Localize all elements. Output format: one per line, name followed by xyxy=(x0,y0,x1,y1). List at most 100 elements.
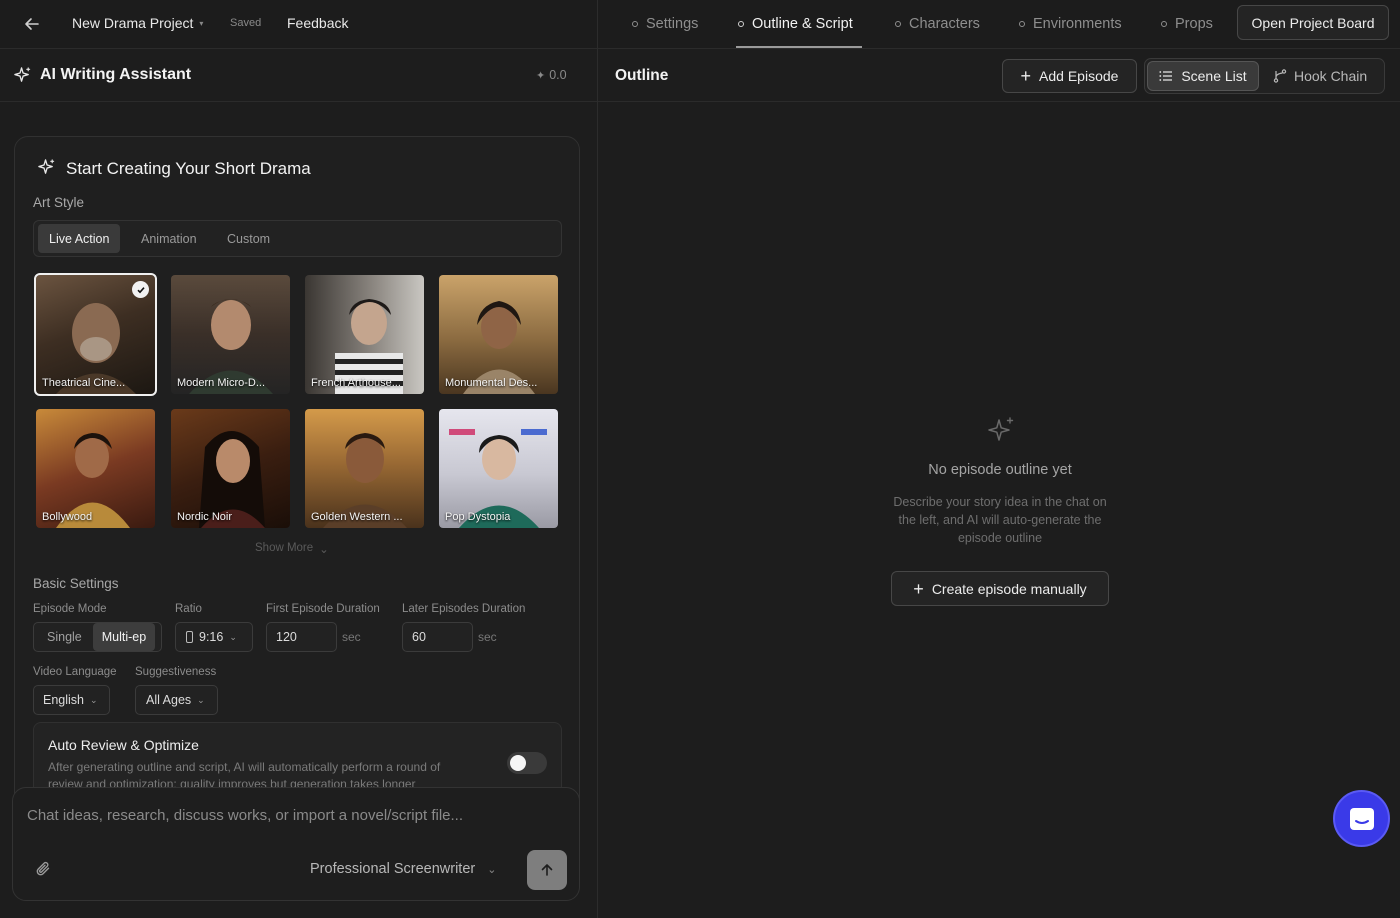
style-card-golden-western[interactable]: Golden Western ... xyxy=(305,409,424,528)
basic-settings-label: Basic Settings xyxy=(33,576,119,591)
empty-state-desc-3: episode outline xyxy=(957,531,1043,545)
style-card-bollywood[interactable]: Bollywood xyxy=(36,409,155,528)
style-card-pop-dystopia[interactable]: Pop Dystopia xyxy=(439,409,558,528)
suggestiveness-label: Suggestiveness xyxy=(135,666,217,678)
feedback-link[interactable]: Feedback xyxy=(287,15,348,31)
scene-list-button[interactable]: Scene List xyxy=(1147,61,1259,91)
panel-divider[interactable] xyxy=(597,0,598,918)
style-caption: Theatrical Cine... xyxy=(42,377,126,389)
chat-bubble-icon xyxy=(1349,807,1374,830)
save-status: Saved xyxy=(230,17,262,29)
create-episode-manually-button[interactable]: + Create episode manually xyxy=(891,571,1109,606)
active-tab-underline xyxy=(736,46,862,48)
outline-header: Outline + Add Episode Scene List Hook Ch… xyxy=(598,50,1400,102)
hook-chain-label: Hook Chain xyxy=(1294,68,1368,84)
style-caption: Nordic Noir xyxy=(177,511,233,523)
style-card-nordic-noir[interactable]: Nordic Noir xyxy=(171,409,290,528)
style-card-french-arthouse[interactable]: French Arthouse... xyxy=(305,275,424,394)
project-title[interactable]: New Drama Project ▾ xyxy=(72,15,203,31)
open-project-board-button[interactable]: Open Project Board xyxy=(1237,5,1389,40)
episode-mode-toggle: Single Multi-ep xyxy=(33,622,162,652)
empty-state-sparkle-icon xyxy=(986,415,1016,445)
tab-settings[interactable]: Settings xyxy=(632,0,698,47)
tab-dot-icon xyxy=(1161,20,1167,27)
style-card-theatrical-cinema[interactable]: Theatrical Cine... xyxy=(34,273,157,396)
check-icon xyxy=(132,281,149,298)
style-card-monumental-desert[interactable]: Monumental Des... xyxy=(439,275,558,394)
sparkle-icon xyxy=(37,158,56,177)
hook-chain-button[interactable]: Hook Chain xyxy=(1273,61,1381,91)
style-card-modern-micro-drama[interactable]: Modern Micro-D... xyxy=(171,275,290,394)
ratio-value: 9:16 xyxy=(199,630,224,644)
outline-title: Outline xyxy=(615,67,669,84)
assistant-title: AI Writing Assistant xyxy=(40,66,192,83)
chevron-down-icon: ⌄ xyxy=(90,694,98,705)
first-duration-unit: sec xyxy=(342,630,361,644)
plus-icon: + xyxy=(913,578,924,599)
empty-state-desc-2: the left, and AI will auto-generate the xyxy=(898,513,1102,527)
add-episode-button[interactable]: + Add Episode xyxy=(1002,59,1137,93)
style-caption: Golden Western ... xyxy=(311,511,403,523)
later-duration-input[interactable]: 60 xyxy=(402,622,473,652)
arrow-up-icon xyxy=(541,864,553,876)
back-arrow-icon[interactable] xyxy=(22,14,42,34)
chevron-down-icon: ⌄ xyxy=(197,694,205,705)
top-bar: New Drama Project ▾ Saved Feedback Setti… xyxy=(0,0,1400,49)
tab-environments[interactable]: Environments xyxy=(1019,0,1122,47)
tab-props[interactable]: Props xyxy=(1161,0,1213,47)
card-title: Start Creating Your Short Drama xyxy=(66,159,311,178)
persona-select[interactable]: Professional Screenwriter ⌄ xyxy=(310,861,496,877)
later-duration-value: 60 xyxy=(412,630,426,644)
show-more-button[interactable]: Show More ⌄ xyxy=(255,542,329,556)
chat-composer: Chat ideas, research, discuss works, or … xyxy=(12,787,580,901)
tab-characters[interactable]: Characters xyxy=(895,0,980,47)
tab-label: Settings xyxy=(646,15,699,32)
credits-badge: ✦ 0.0 xyxy=(536,68,567,82)
add-episode-label: Add Episode xyxy=(1039,68,1119,84)
show-more-label: Show More xyxy=(255,542,314,554)
chat-input[interactable]: Chat ideas, research, discuss works, or … xyxy=(27,807,463,824)
tab-label: Props xyxy=(1175,15,1213,32)
ratio-select[interactable]: 9:16 ⌄ xyxy=(175,622,253,652)
episode-mode-single[interactable]: Single xyxy=(36,623,93,651)
style-caption: Bollywood xyxy=(42,511,93,523)
plus-icon: + xyxy=(1020,66,1032,86)
first-duration-value: 120 xyxy=(276,630,297,644)
tab-outline-script[interactable]: Outline & Script xyxy=(738,0,853,47)
auto-review-toggle[interactable] xyxy=(507,752,547,774)
first-duration-label: First Episode Duration xyxy=(266,603,380,615)
tab-label: Characters xyxy=(909,15,980,32)
first-duration-input[interactable]: 120 xyxy=(266,622,337,652)
ratio-label: Ratio xyxy=(175,603,202,615)
video-language-value: English xyxy=(43,693,84,707)
tab-dot-icon xyxy=(895,20,901,27)
chat-support-button[interactable] xyxy=(1333,790,1390,847)
chevron-down-icon: ⌄ xyxy=(487,863,497,876)
auto-review-title: Auto Review & Optimize xyxy=(48,737,199,753)
credit-sparkle-icon: ✦ xyxy=(536,69,546,82)
tab-dot-icon xyxy=(632,20,638,27)
attachment-icon[interactable] xyxy=(35,860,53,878)
suggestiveness-select[interactable]: All Ages ⌄ xyxy=(135,685,218,715)
tab-live-action[interactable]: Live Action xyxy=(38,224,121,253)
chevron-down-icon: ⌄ xyxy=(319,544,329,556)
style-caption: French Arthouse... xyxy=(311,377,401,389)
video-language-select[interactable]: English ⌄ xyxy=(33,685,110,715)
style-caption: Monumental Des... xyxy=(445,377,538,389)
toggle-knob xyxy=(510,755,526,771)
tab-animation[interactable]: Animation xyxy=(130,224,208,253)
project-title-text: New Drama Project xyxy=(72,15,194,31)
episode-mode-multi[interactable]: Multi-ep xyxy=(92,623,156,651)
tab-custom[interactable]: Custom xyxy=(216,224,281,253)
assistant-header: AI Writing Assistant ✦ 0.0 xyxy=(0,50,597,102)
empty-state-desc-1: Describe your story idea in the chat on xyxy=(893,495,1107,509)
art-style-tabs: Live Action Animation Custom xyxy=(33,220,562,257)
phone-ratio-icon xyxy=(186,631,193,643)
create-manually-label: Create episode manually xyxy=(931,580,1087,597)
sparkle-icon xyxy=(13,66,32,85)
start-creating-card: Start Creating Your Short Drama Art Styl… xyxy=(14,136,580,836)
tab-dot-icon xyxy=(738,20,744,27)
later-duration-unit: sec xyxy=(478,630,497,644)
art-style-label: Art Style xyxy=(33,195,85,210)
send-button[interactable] xyxy=(527,850,567,890)
